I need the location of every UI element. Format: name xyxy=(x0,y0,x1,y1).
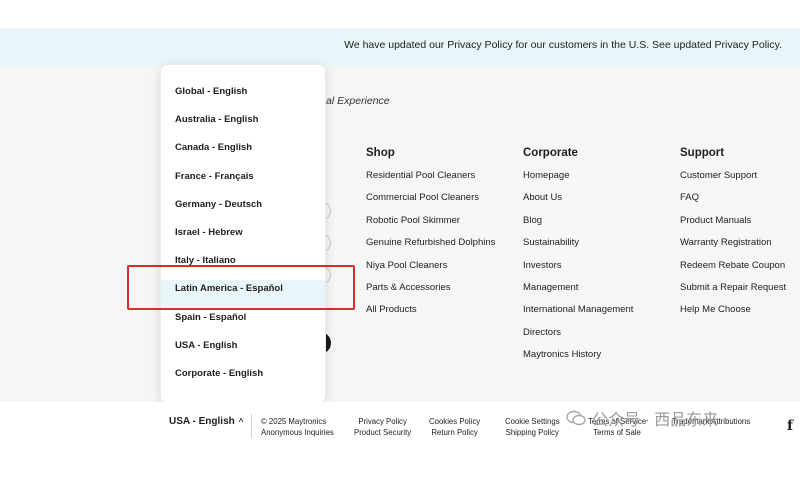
legal-link[interactable]: Return Policy xyxy=(429,428,480,439)
footer-link[interactable]: FAQ xyxy=(680,191,786,213)
footer-link[interactable]: International Management xyxy=(523,303,633,325)
footer-link[interactable]: Sustainability xyxy=(523,236,633,258)
footer-link[interactable]: Maytronics History xyxy=(523,348,633,370)
footer-link[interactable]: Directors xyxy=(523,326,633,348)
support-links: Customer Support FAQ Product Manuals War… xyxy=(680,169,786,326)
language-option[interactable]: Germany - Deutsch xyxy=(161,196,325,224)
language-option[interactable]: Australia - English xyxy=(161,111,325,139)
chevron-up-icon: ^ xyxy=(238,417,244,426)
page-top xyxy=(0,0,800,28)
language-option-latin-america[interactable]: Latin America - Español xyxy=(161,280,325,309)
language-option[interactable]: Spain - Español xyxy=(161,309,325,337)
footer-link[interactable]: Robotic Pool Skimmer xyxy=(366,214,495,236)
language-option[interactable]: USA - English xyxy=(161,337,325,365)
language-option[interactable]: Israel - Hebrew xyxy=(161,224,325,252)
legal-link[interactable]: Shipping Policy xyxy=(505,428,560,439)
footer-link[interactable]: Submit a Repair Request xyxy=(680,281,786,303)
footer-link[interactable]: Help Me Choose xyxy=(680,303,786,325)
legal-link[interactable]: Trademark Attributions xyxy=(672,417,750,428)
footer-link[interactable]: Genuine Refurbished Dolphins xyxy=(366,236,495,258)
language-option[interactable]: Global - English xyxy=(161,83,325,111)
language-option[interactable]: Italy - Italiano xyxy=(161,252,325,280)
legal-link[interactable]: Cookie Settings xyxy=(505,417,560,428)
legal-column-2: Privacy Policy Product Security xyxy=(354,417,411,438)
language-options: Global - English Australia - English Can… xyxy=(161,65,325,393)
privacy-notice-text[interactable]: We have updated our Privacy Policy for o… xyxy=(344,39,782,51)
footer-link[interactable]: Product Manuals xyxy=(680,214,786,236)
corporate-links: Homepage About Us Blog Sustainability In… xyxy=(523,169,633,371)
language-dropdown-menu: Global - English Australia - English Can… xyxy=(160,64,326,404)
privacy-notice-bar: We have updated our Privacy Policy for o… xyxy=(0,28,800,66)
footer-link[interactable]: Residential Pool Cleaners xyxy=(366,169,495,191)
language-selector-button[interactable]: USA - English ^ xyxy=(169,416,243,427)
footer-link[interactable]: Redeem Rebate Coupon xyxy=(680,259,786,281)
footer-column-shop: Shop Residential Pool Cleaners Commercia… xyxy=(366,147,495,326)
language-option[interactable]: Canada - English xyxy=(161,139,325,167)
language-option[interactable]: France - Français xyxy=(161,168,325,196)
footer-link[interactable]: All Products xyxy=(366,303,495,325)
footer-link[interactable]: Warranty Registration xyxy=(680,236,786,258)
legal-link[interactable]: Privacy Policy xyxy=(354,417,411,428)
legal-column-3: Cookies Policy Return Policy xyxy=(429,417,480,438)
footer-column-support: Support Customer Support FAQ Product Man… xyxy=(680,147,786,326)
copyright-text: © 2025 Maytronics xyxy=(261,417,327,426)
column-title: Support xyxy=(680,147,725,159)
footer-link[interactable]: Blog xyxy=(523,214,633,236)
footer-link[interactable]: Parts & Accessories xyxy=(366,281,495,303)
footer-link[interactable]: Investors xyxy=(523,259,633,281)
legal-column-6: Trademark Attributions xyxy=(672,417,750,428)
current-language-label: USA - English xyxy=(169,416,235,427)
column-title: Corporate xyxy=(523,147,578,159)
footer-link[interactable]: Commercial Pool Cleaners xyxy=(366,191,495,213)
footer-link[interactable]: Homepage xyxy=(523,169,633,191)
legal-link[interactable]: Terms of Sale xyxy=(588,428,646,439)
shop-links: Residential Pool Cleaners Commercial Poo… xyxy=(366,169,495,326)
facebook-icon[interactable]: f xyxy=(787,418,793,434)
footer-link[interactable]: Management xyxy=(523,281,633,303)
column-title: Shop xyxy=(366,147,395,159)
footer-column-corporate: Corporate Homepage About Us Blog Sustain… xyxy=(523,147,633,371)
footer-divider xyxy=(251,414,252,438)
language-option[interactable]: Corporate - English xyxy=(161,365,325,393)
footer-link[interactable]: About Us xyxy=(523,191,633,213)
legal-link[interactable]: Anonymous Inquiries xyxy=(261,428,334,439)
legal-column-4: Cookie Settings Shipping Policy xyxy=(505,417,560,438)
legal-link[interactable]: Terms of Service xyxy=(588,417,646,428)
legal-link[interactable]: Cookies Policy xyxy=(429,417,480,428)
footer-link[interactable]: Customer Support xyxy=(680,169,786,191)
legal-column-1: © 2025 Maytronics Anonymous Inquiries xyxy=(261,417,334,438)
legal-column-5: Terms of Service Terms of Sale xyxy=(588,417,646,438)
footer-link[interactable]: Niya Pool Cleaners xyxy=(366,259,495,281)
legal-link[interactable]: Product Security xyxy=(354,428,411,439)
